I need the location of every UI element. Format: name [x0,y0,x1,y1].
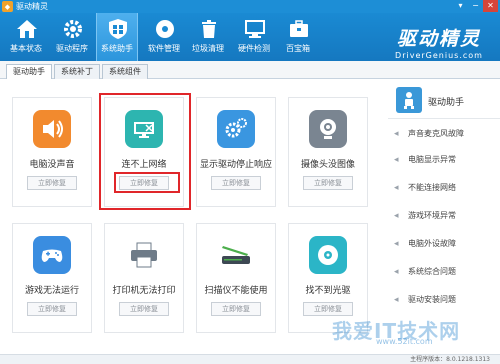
shield-icon [107,18,129,40]
card-label: 找不到光驱 [305,286,351,296]
right-sidebar: 驱动助手 ◂ 声音麦克风故障 ◂ 电脑显示异常 ◂ 不能连接网络 ◂ 游戏环境异… [388,79,500,349]
tab-system-patch[interactable]: 系统补丁 [54,64,100,79]
sidebar-item-peripheral[interactable]: ◂ 电脑外设故障 [392,235,498,253]
chevron-left-icon: ◂ [394,267,399,277]
gamepad-icon [33,236,71,274]
card-label: 摄像头没图像 [300,160,355,170]
chevron-left-icon: ◂ [394,211,399,221]
problem-grid: 电脑没声音 立即修复 连不上网络 立即修复 显示驱动停止响应 立即修复 摄像头没… [0,79,380,354]
webcam-icon [309,110,347,148]
sidebar-item-label: 声音麦克风故障 [408,129,464,138]
minimize-icon[interactable]: − [468,0,483,12]
fix-now-button[interactable]: 立即修复 [211,176,261,190]
toolbar-item-toolbox[interactable]: 百宝箱 [278,13,318,61]
status-bar: 主程序版本：8.0.1218.1313 [0,354,500,364]
toolbar-item-hardware[interactable]: 硬件检测 [234,13,274,61]
card-label: 游戏无法运行 [24,286,79,296]
app-logo-icon: ◆ [2,1,13,12]
chevron-left-icon: ◂ [394,155,399,165]
brand-name: 驱动精灵 [396,28,481,50]
disc-icon [154,18,176,40]
card-game[interactable]: 游戏无法运行 立即修复 [12,223,92,333]
tab-driver-helper[interactable]: 驱动助手 [6,64,52,80]
chevron-left-icon: ◂ [394,239,399,249]
fix-now-button[interactable]: 立即修复 [303,302,353,316]
toolbar-item-system-helper[interactable]: 系统助手 [96,13,138,61]
sidebar-item-system[interactable]: ◂ 系统综合问题 [392,263,498,281]
fix-now-button[interactable]: 立即修复 [119,302,169,316]
monitor-icon [244,18,266,40]
gears-icon [217,110,255,148]
toolbar-item-cleanup[interactable]: 垃圾清理 [188,13,228,61]
gear-icon [62,18,84,40]
toolbar-item-software[interactable]: 软件管理 [144,13,184,61]
card-label: 电脑没声音 [29,160,75,170]
window-title: 驱动精灵 [16,2,48,11]
sidebar-item-sound-mic[interactable]: ◂ 声音麦克风故障 [392,125,498,143]
scanner-icon [217,236,255,274]
toolbar-item-driver[interactable]: 驱动程序 [52,13,92,61]
sidebar-item-game-env[interactable]: ◂ 游戏环境异常 [392,207,498,225]
briefcase-icon [288,18,310,40]
sidebar-item-driver-install[interactable]: ◂ 驱动安装问题 [392,291,498,309]
highlight-box-button [114,172,180,193]
card-label: 显示驱动停止响应 [199,160,272,170]
toolbar-label: 基本状态 [10,44,42,53]
sidebar-title: 驱动助手 [428,98,465,108]
card-webcam[interactable]: 摄像头没图像 立即修复 [288,97,368,207]
chevron-left-icon: ◂ [394,129,399,139]
sidebar-header: 驱动助手 [388,83,500,119]
speaker-icon [33,110,71,148]
toolbar-label: 百宝箱 [286,44,310,53]
sidebar-item-label: 系统综合问题 [408,267,456,276]
home-icon [16,18,38,40]
chevron-left-icon: ◂ [394,295,399,305]
card-no-sound[interactable]: 电脑没声音 立即修复 [12,97,92,207]
sidebar-item-label: 游戏环境异常 [408,211,456,220]
tab-system-components[interactable]: 系统组件 [102,64,148,79]
person-icon [396,87,422,113]
card-scanner[interactable]: 扫描仪不能使用 立即修复 [196,223,276,333]
fix-now-button[interactable]: 立即修复 [27,302,77,316]
card-cdrom[interactable]: 找不到光驱 立即修复 [288,223,368,333]
sidebar-item-label: 电脑显示异常 [408,155,456,164]
main-toolbar: 基本状态 驱动程序 系统助手 软件管理 垃圾清理 硬件检测 百宝箱 驱动精灵 D… [0,13,500,61]
close-icon[interactable]: ✕ [483,0,498,12]
card-display-driver[interactable]: 显示驱动停止响应 立即修复 [196,97,276,207]
cdrom-icon [309,236,347,274]
chevron-left-icon: ◂ [394,183,399,193]
fix-now-button[interactable]: 立即修复 [303,176,353,190]
toolbar-label: 垃圾清理 [192,44,224,53]
title-bar: ◆ 驱动精灵 ▾ − ✕ [0,0,500,13]
tab-bar: 驱动助手 系统补丁 系统组件 [0,61,500,80]
menu-icon[interactable]: ▾ [453,0,468,12]
card-label: 扫描仪不能使用 [204,286,268,296]
sidebar-item-label: 不能连接网络 [408,183,456,192]
printer-icon [125,236,163,274]
toolbar-item-basic-status[interactable]: 基本状态 [6,13,46,61]
sidebar-item-label: 电脑外设故障 [408,239,456,248]
sidebar-item-network[interactable]: ◂ 不能连接网络 [392,179,498,197]
sidebar-item-display[interactable]: ◂ 电脑显示异常 [392,151,498,169]
window-controls: ▾ − ✕ [453,0,498,13]
card-printer[interactable]: 打印机无法打印 立即修复 [104,223,184,333]
brand-url: DriverGenius.com [395,51,483,60]
fix-now-button[interactable]: 立即修复 [211,302,261,316]
version-text: 主程序版本：8.0.1218.1313 [410,356,490,363]
sidebar-item-label: 驱动安装问题 [408,295,456,304]
card-label: 打印机无法打印 [112,286,176,296]
fix-now-button[interactable]: 立即修复 [27,176,77,190]
trash-icon [198,18,220,40]
toolbar-label: 系统助手 [101,44,133,53]
